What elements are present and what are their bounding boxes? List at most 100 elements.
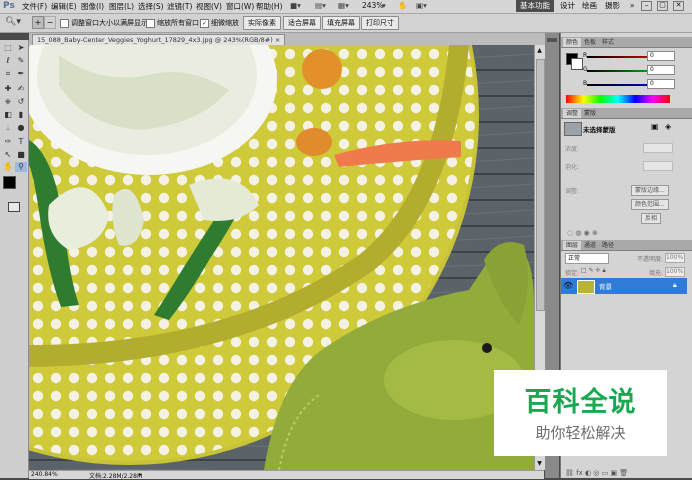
workspace-photography[interactable]: 摄影 xyxy=(601,0,624,12)
status-arrow-icon[interactable]: ▸ xyxy=(139,471,142,478)
document-canvas[interactable] xyxy=(29,45,534,470)
minibridge-icon[interactable]: ▤▾ xyxy=(315,1,326,10)
feather-field[interactable] xyxy=(643,161,673,171)
menu-select[interactable]: 选择(S) xyxy=(138,1,164,12)
crop-tool-icon[interactable]: ⌗ xyxy=(2,69,14,79)
lock-label: 锁定: xyxy=(565,270,580,277)
workspace-design[interactable]: 设计 xyxy=(556,0,579,12)
tab-styles[interactable]: 样式 xyxy=(599,38,617,47)
menu-layer[interactable]: 图层(L) xyxy=(109,1,134,12)
density-field[interactable] xyxy=(643,143,673,153)
zoom-all-windows-checkbox[interactable]: 缩放所有窗口 xyxy=(146,18,199,28)
zoom-level-select[interactable]: 243% xyxy=(362,1,383,10)
watermark-subtitle: 助你轻松解决 xyxy=(535,424,626,442)
pixel-mask-icon[interactable]: ▣ xyxy=(651,122,659,131)
checkbox-box[interactable] xyxy=(60,18,69,28)
type-tool-icon[interactable]: T xyxy=(15,137,27,147)
scroll-down-icon[interactable]: ▼ xyxy=(536,460,543,467)
blend-mode-select[interactable]: 正常 xyxy=(565,253,609,264)
menu-view[interactable]: 视图(V) xyxy=(196,1,222,12)
hand-tool-icon[interactable]: ✋ xyxy=(2,162,14,172)
app-logo: Ps xyxy=(3,1,15,11)
chevron-down-icon[interactable]: ▾ xyxy=(382,1,386,10)
layer-actions-icons[interactable]: ⛓ fx ◐ ◎ ▭ ▣ 🗑︎ xyxy=(565,469,628,477)
scrubby-zoom-checkbox[interactable]: ✓ 细微缩放 xyxy=(200,18,239,28)
eyedropper-icon[interactable]: ✒ xyxy=(15,69,27,79)
layer-row-background[interactable]: 👁︎ 背景 🔒︎ xyxy=(561,278,687,294)
workspace-essentials[interactable]: 基本功能 xyxy=(516,0,554,12)
check-icon[interactable]: ✓ xyxy=(200,18,209,28)
lock-icons[interactable]: □ ✎ ✛ 🔒︎ xyxy=(581,267,606,275)
fit-screen-button[interactable]: 适合屏幕 xyxy=(283,16,321,30)
healing-brush-icon[interactable]: ✚ xyxy=(2,84,14,94)
zoom-tool-icon[interactable]: 🔍︎▾ xyxy=(5,17,21,27)
load-selection-icon[interactable]: ◌ ◍ ◉ ⊗ xyxy=(567,229,598,237)
blur-tool-icon[interactable]: 💧︎ xyxy=(2,123,14,133)
resize-windows-checkbox[interactable]: 调整窗口大小以满屏显示 xyxy=(60,18,148,28)
tab-swatches[interactable]: 色板 xyxy=(581,38,599,47)
tab-layers[interactable]: 图层 xyxy=(563,241,582,250)
dodge-tool-icon[interactable]: ● xyxy=(15,123,27,133)
close-icon[interactable]: ✕ xyxy=(673,1,684,11)
opacity-field[interactable]: 100% xyxy=(665,253,685,263)
tab-color[interactable]: 颜色 xyxy=(563,38,582,47)
lasso-tool-icon[interactable]: ℓ xyxy=(2,56,14,66)
tab-masks[interactable]: 蒙版 xyxy=(581,109,599,118)
color-range-button[interactable]: 颜色范围... xyxy=(631,199,669,210)
menu-help[interactable]: 帮助(H) xyxy=(256,1,283,12)
move-tool-icon[interactable]: ➤ xyxy=(15,43,27,53)
workspace-painting[interactable]: 绘画 xyxy=(578,0,601,12)
color-spectrum-bar[interactable] xyxy=(566,95,670,103)
red-value-field[interactable]: 0 xyxy=(647,51,675,61)
bg-color-swatch[interactable] xyxy=(571,58,583,70)
minimize-icon[interactable]: – xyxy=(641,1,652,11)
blue-value-field[interactable]: 0 xyxy=(647,79,675,89)
zoom-tool-icon[interactable]: ⚲ xyxy=(15,162,27,172)
checkbox-box[interactable] xyxy=(146,18,155,28)
actual-pixels-button[interactable]: 实际像素 xyxy=(243,16,281,30)
print-size-button[interactable]: 打印尺寸 xyxy=(361,16,399,30)
path-select-icon[interactable]: ↖ xyxy=(2,150,14,160)
tab-adjustments[interactable]: 调整 xyxy=(563,109,582,118)
tab-paths[interactable]: 路径 xyxy=(599,241,617,250)
foreground-color-swatch[interactable] xyxy=(3,176,16,189)
green-value-field[interactable]: 0 xyxy=(647,65,675,75)
close-tab-icon[interactable]: × xyxy=(275,36,280,44)
vector-mask-icon[interactable]: ◈ xyxy=(665,122,671,131)
quick-mask-icon[interactable] xyxy=(8,202,20,212)
clone-stamp-icon[interactable]: ⎈ xyxy=(2,97,14,107)
history-brush-icon[interactable]: ↺ xyxy=(15,97,27,107)
invert-button[interactable]: 反相 xyxy=(641,213,662,224)
eye-icon[interactable]: 👁︎ xyxy=(563,281,573,290)
scroll-thumb[interactable] xyxy=(536,59,545,311)
eraser-icon[interactable]: ◧ xyxy=(2,110,14,120)
menu-image[interactable]: 图像(I) xyxy=(81,1,104,12)
menu-window[interactable]: 窗口(W) xyxy=(226,1,254,12)
fill-field[interactable]: 100% xyxy=(665,267,685,277)
menu-edit[interactable]: 编辑(E) xyxy=(51,1,77,12)
hand-tool-icon[interactable]: ✋ xyxy=(398,1,407,10)
restore-icon[interactable]: ▢ xyxy=(657,1,668,11)
menu-filter[interactable]: 滤镜(T) xyxy=(167,1,192,12)
shape-tool-icon[interactable]: ■ xyxy=(15,150,27,160)
menu-file[interactable]: 文件(F) xyxy=(22,1,47,12)
quick-select-icon[interactable]: ✎ xyxy=(15,56,27,66)
document-tab[interactable]: 15_088_Baby-Center_Veggies_Yoghurt_17829… xyxy=(32,34,286,45)
zoom-in-icon[interactable]: + xyxy=(32,16,44,29)
zoom-out-icon[interactable]: − xyxy=(44,16,56,29)
collapse-icon[interactable] xyxy=(547,38,557,42)
marquee-tool-icon[interactable]: ⬚ xyxy=(2,43,14,53)
fill-screen-button[interactable]: 填充屏幕 xyxy=(322,16,360,30)
tab-channels[interactable]: 通道 xyxy=(581,241,599,250)
brush-tool-icon[interactable]: ✍ xyxy=(15,84,27,94)
mask-edge-button[interactable]: 蒙版边缘... xyxy=(631,185,669,196)
gradient-tool-icon[interactable]: ▮ xyxy=(15,110,27,120)
more-workspaces-button[interactable]: » xyxy=(626,0,639,12)
scroll-up-icon[interactable]: ▲ xyxy=(536,47,543,54)
pen-tool-icon[interactable]: ✑ xyxy=(2,137,14,147)
bridge-icon[interactable]: ■▾ xyxy=(290,1,301,10)
arrange-icon[interactable]: ▦▾ xyxy=(338,1,349,10)
status-zoom[interactable]: 240.84% xyxy=(31,471,58,478)
screen-mode-icon[interactable]: ▣▾ xyxy=(416,1,427,10)
fill-label: 填充: xyxy=(649,270,664,277)
